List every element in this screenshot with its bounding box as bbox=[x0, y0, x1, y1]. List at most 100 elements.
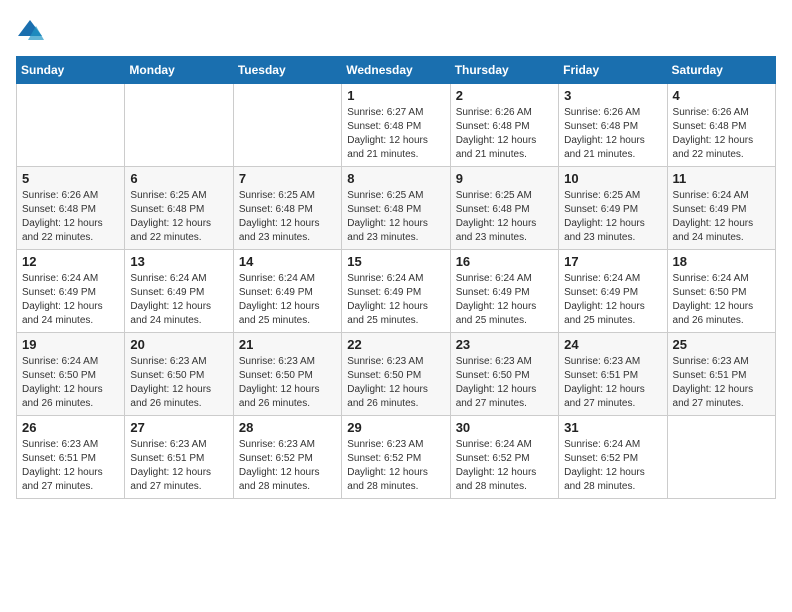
calendar-table: SundayMondayTuesdayWednesdayThursdayFrid… bbox=[16, 56, 776, 499]
calendar-day-cell: 16Sunrise: 6:24 AM Sunset: 6:49 PM Dayli… bbox=[450, 250, 558, 333]
day-number: 23 bbox=[456, 337, 553, 352]
calendar-day-cell: 3Sunrise: 6:26 AM Sunset: 6:48 PM Daylig… bbox=[559, 84, 667, 167]
day-number: 12 bbox=[22, 254, 119, 269]
day-number: 7 bbox=[239, 171, 336, 186]
day-number: 8 bbox=[347, 171, 444, 186]
day-number: 25 bbox=[673, 337, 770, 352]
day-number: 1 bbox=[347, 88, 444, 103]
weekday-header: Monday bbox=[125, 57, 233, 84]
calendar-day-cell: 30 Sunrise: 6:24 AM Sunset: 6:52 PM Dayli… bbox=[450, 416, 558, 499]
day-info: Sunrise: 6:26 AM Sunset: 6:48 PM Dayligh… bbox=[673, 106, 770, 162]
day-info: Sunrise: 6:23 AM Sunset: 6:50 PM Dayligh… bbox=[347, 355, 444, 411]
calendar-day-cell: 27 Sunrise: 6:23 AM Sunset: 6:51 PM Dayli… bbox=[125, 416, 233, 499]
calendar-day-cell: 28 Sunrise: 6:23 AM Sunset: 6:52 PM Dayli… bbox=[233, 416, 341, 499]
day-number: 9 bbox=[456, 171, 553, 186]
calendar-day-cell: 10Sunrise: 6:25 AM Sunset: 6:49 PM Dayli… bbox=[559, 167, 667, 250]
day-info: Sunrise: 6:24 AM Sunset: 6:49 PM Dayligh… bbox=[130, 272, 227, 328]
logo-icon bbox=[16, 16, 44, 44]
calendar-day-cell: 11 Sunrise: 6:24 AM Sunset: 6:49 PM Dayli… bbox=[667, 167, 775, 250]
calendar-week-row: 5 Sunrise: 6:26 AM Sunset: 6:48 PM Daylig… bbox=[17, 167, 776, 250]
day-info: Sunrise: 6:24 AM Sunset: 6:49 PM Dayligh… bbox=[22, 272, 119, 328]
calendar-week-row: 26 Sunrise: 6:23 AM Sunset: 6:51 PM Dayli… bbox=[17, 416, 776, 499]
day-number: 31 bbox=[564, 420, 661, 435]
day-number: 3 bbox=[564, 88, 661, 103]
day-number: 21 bbox=[239, 337, 336, 352]
day-number: 14 bbox=[239, 254, 336, 269]
day-info: Sunrise: 6:24 AM Sunset: 6:49 PM Dayligh… bbox=[673, 189, 770, 245]
day-info: Sunrise: 6:23 AM Sunset: 6:52 PM Dayligh… bbox=[347, 438, 444, 494]
day-info: Sunrise: 6:24 AM Sunset: 6:50 PM Dayligh… bbox=[22, 355, 119, 411]
day-number: 29 bbox=[347, 420, 444, 435]
day-info: Sunrise: 6:25 AM Sunset: 6:48 PM Dayligh… bbox=[130, 189, 227, 245]
weekday-header: Thursday bbox=[450, 57, 558, 84]
day-info: Sunrise: 6:24 AM Sunset: 6:49 PM Dayligh… bbox=[564, 272, 661, 328]
day-info: Sunrise: 6:23 AM Sunset: 6:50 PM Dayligh… bbox=[130, 355, 227, 411]
day-info: Sunrise: 6:24 AM Sunset: 6:52 PM Dayligh… bbox=[564, 438, 661, 494]
calendar-day-cell: 9 Sunrise: 6:25 AM Sunset: 6:48 PM Daylig… bbox=[450, 167, 558, 250]
calendar-day-cell bbox=[17, 84, 125, 167]
day-number: 28 bbox=[239, 420, 336, 435]
calendar-day-cell bbox=[233, 84, 341, 167]
day-info: Sunrise: 6:26 AM Sunset: 6:48 PM Dayligh… bbox=[22, 189, 119, 245]
calendar-day-cell: 24 Sunrise: 6:23 AM Sunset: 6:51 PM Dayli… bbox=[559, 333, 667, 416]
day-info: Sunrise: 6:25 AM Sunset: 6:49 PM Dayligh… bbox=[564, 189, 661, 245]
calendar-day-cell: 23 Sunrise: 6:23 AM Sunset: 6:50 PM Dayli… bbox=[450, 333, 558, 416]
calendar-day-cell: 2Sunrise: 6:26 AM Sunset: 6:48 PM Daylig… bbox=[450, 84, 558, 167]
day-info: Sunrise: 6:23 AM Sunset: 6:51 PM Dayligh… bbox=[673, 355, 770, 411]
day-number: 17 bbox=[564, 254, 661, 269]
calendar-day-cell: 22Sunrise: 6:23 AM Sunset: 6:50 PM Dayli… bbox=[342, 333, 450, 416]
day-info: Sunrise: 6:24 AM Sunset: 6:52 PM Dayligh… bbox=[456, 438, 553, 494]
calendar-day-cell: 6Sunrise: 6:25 AM Sunset: 6:48 PM Daylig… bbox=[125, 167, 233, 250]
calendar-header-row: SundayMondayTuesdayWednesdayThursdayFrid… bbox=[17, 57, 776, 84]
logo bbox=[16, 16, 48, 44]
weekday-header: Friday bbox=[559, 57, 667, 84]
day-info: Sunrise: 6:24 AM Sunset: 6:49 PM Dayligh… bbox=[347, 272, 444, 328]
day-info: Sunrise: 6:24 AM Sunset: 6:49 PM Dayligh… bbox=[239, 272, 336, 328]
day-info: Sunrise: 6:25 AM Sunset: 6:48 PM Dayligh… bbox=[239, 189, 336, 245]
day-info: Sunrise: 6:23 AM Sunset: 6:50 PM Dayligh… bbox=[456, 355, 553, 411]
day-number: 5 bbox=[22, 171, 119, 186]
day-info: Sunrise: 6:23 AM Sunset: 6:51 PM Dayligh… bbox=[130, 438, 227, 494]
calendar-day-cell: 25 Sunrise: 6:23 AM Sunset: 6:51 PM Dayli… bbox=[667, 333, 775, 416]
calendar-day-cell: 1 Sunrise: 6:27 AM Sunset: 6:48 PM Daylig… bbox=[342, 84, 450, 167]
weekday-header: Saturday bbox=[667, 57, 775, 84]
calendar-day-cell: 5 Sunrise: 6:26 AM Sunset: 6:48 PM Daylig… bbox=[17, 167, 125, 250]
day-number: 26 bbox=[22, 420, 119, 435]
day-info: Sunrise: 6:24 AM Sunset: 6:50 PM Dayligh… bbox=[673, 272, 770, 328]
day-info: Sunrise: 6:25 AM Sunset: 6:48 PM Dayligh… bbox=[456, 189, 553, 245]
day-number: 2 bbox=[456, 88, 553, 103]
day-info: Sunrise: 6:25 AM Sunset: 6:48 PM Dayligh… bbox=[347, 189, 444, 245]
day-info: Sunrise: 6:23 AM Sunset: 6:51 PM Dayligh… bbox=[564, 355, 661, 411]
calendar-day-cell: 17 Sunrise: 6:24 AM Sunset: 6:49 PM Dayli… bbox=[559, 250, 667, 333]
day-number: 30 bbox=[456, 420, 553, 435]
calendar-day-cell: 4 Sunrise: 6:26 AM Sunset: 6:48 PM Daylig… bbox=[667, 84, 775, 167]
day-number: 16 bbox=[456, 254, 553, 269]
day-number: 15 bbox=[347, 254, 444, 269]
calendar-day-cell: 29 Sunrise: 6:23 AM Sunset: 6:52 PM Dayli… bbox=[342, 416, 450, 499]
day-number: 13 bbox=[130, 254, 227, 269]
calendar-day-cell: 21 Sunrise: 6:23 AM Sunset: 6:50 PM Dayli… bbox=[233, 333, 341, 416]
day-info: Sunrise: 6:23 AM Sunset: 6:50 PM Dayligh… bbox=[239, 355, 336, 411]
day-info: Sunrise: 6:27 AM Sunset: 6:48 PM Dayligh… bbox=[347, 106, 444, 162]
day-number: 24 bbox=[564, 337, 661, 352]
calendar-day-cell: 8 Sunrise: 6:25 AM Sunset: 6:48 PM Daylig… bbox=[342, 167, 450, 250]
weekday-header: Sunday bbox=[17, 57, 125, 84]
calendar-day-cell: 12 Sunrise: 6:24 AM Sunset: 6:49 PM Dayli… bbox=[17, 250, 125, 333]
calendar-day-cell bbox=[667, 416, 775, 499]
day-info: Sunrise: 6:23 AM Sunset: 6:52 PM Dayligh… bbox=[239, 438, 336, 494]
day-number: 27 bbox=[130, 420, 227, 435]
calendar-day-cell: 31 Sunrise: 6:24 AM Sunset: 6:52 PM Dayli… bbox=[559, 416, 667, 499]
day-number: 4 bbox=[673, 88, 770, 103]
calendar-day-cell: 14 Sunrise: 6:24 AM Sunset: 6:49 PM Dayli… bbox=[233, 250, 341, 333]
calendar-week-row: 12 Sunrise: 6:24 AM Sunset: 6:49 PM Dayli… bbox=[17, 250, 776, 333]
day-number: 11 bbox=[673, 171, 770, 186]
weekday-header: Tuesday bbox=[233, 57, 341, 84]
calendar-day-cell bbox=[125, 84, 233, 167]
calendar-day-cell: 15 Sunrise: 6:24 AM Sunset: 6:49 PM Dayli… bbox=[342, 250, 450, 333]
calendar-week-row: 19Sunrise: 6:24 AM Sunset: 6:50 PM Dayli… bbox=[17, 333, 776, 416]
day-number: 20 bbox=[130, 337, 227, 352]
calendar-day-cell: 18Sunrise: 6:24 AM Sunset: 6:50 PM Dayli… bbox=[667, 250, 775, 333]
calendar-day-cell: 20 Sunrise: 6:23 AM Sunset: 6:50 PM Dayli… bbox=[125, 333, 233, 416]
calendar-day-cell: 19Sunrise: 6:24 AM Sunset: 6:50 PM Dayli… bbox=[17, 333, 125, 416]
calendar-day-cell: 13 Sunrise: 6:24 AM Sunset: 6:49 PM Dayli… bbox=[125, 250, 233, 333]
